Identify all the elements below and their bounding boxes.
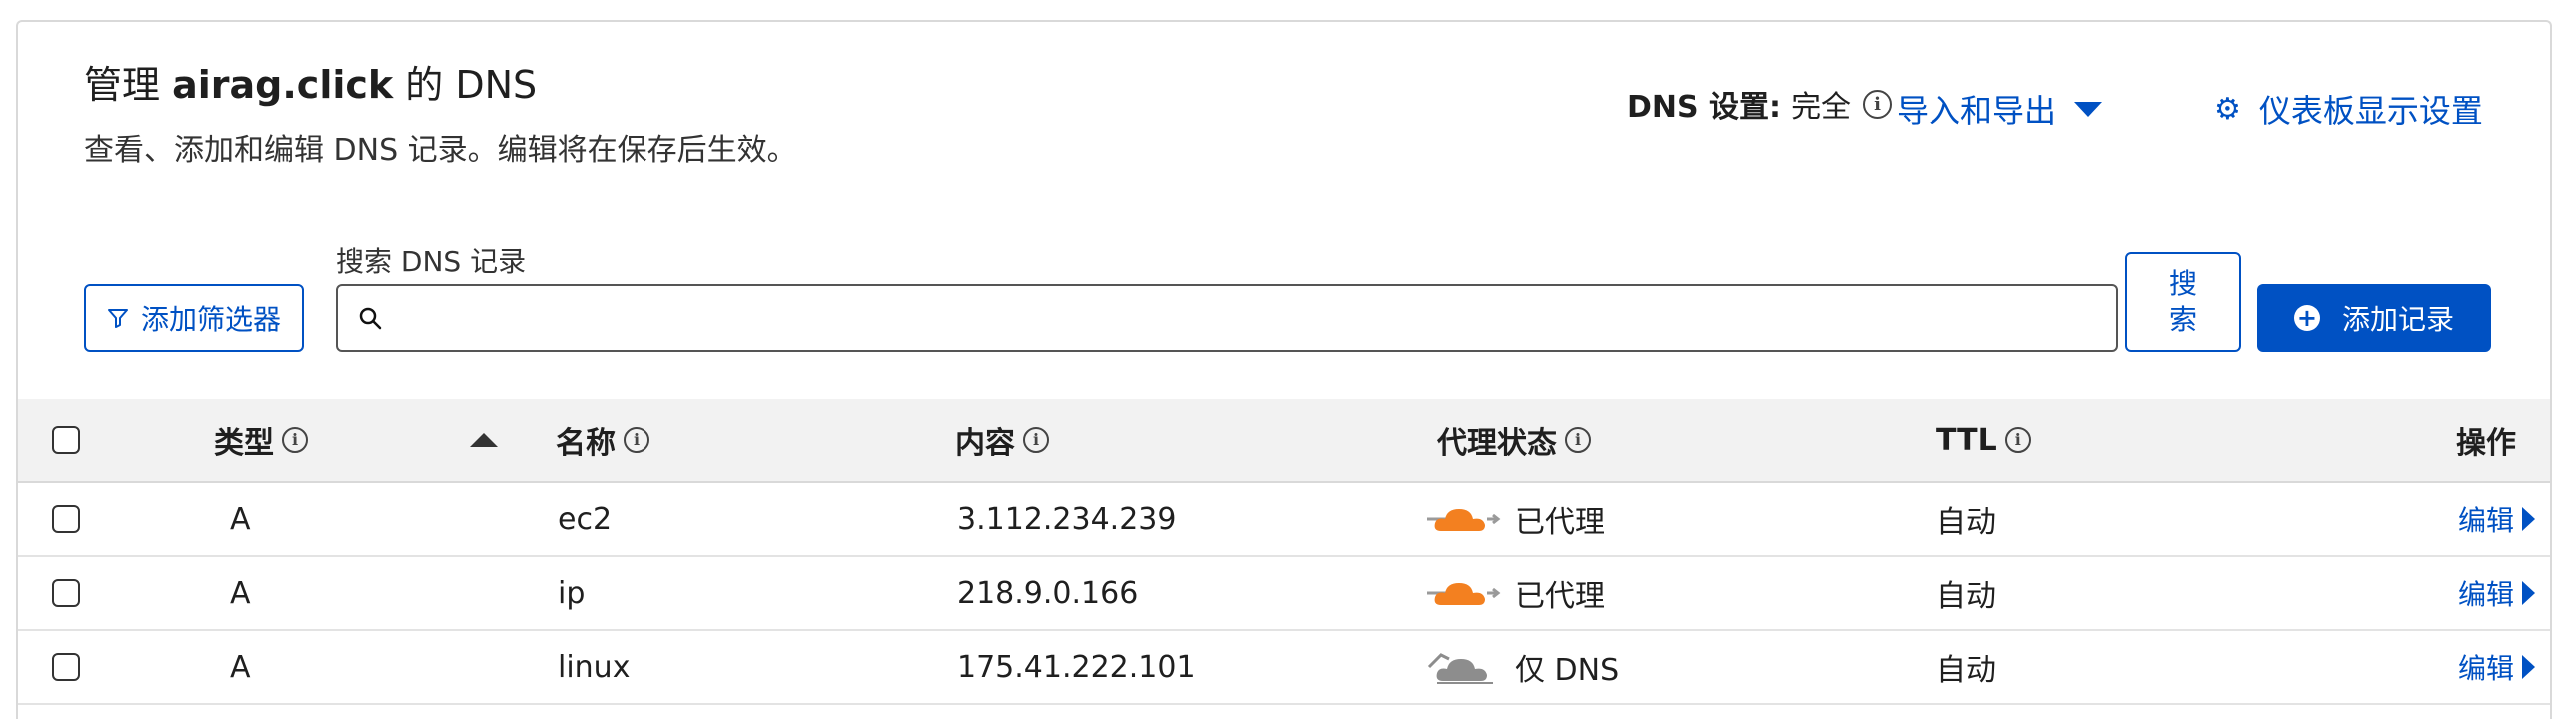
record-content: 3.112.234.239: [957, 501, 1177, 537]
gray-cloud-icon: [1427, 653, 1493, 684]
row-select-cell: [52, 557, 80, 629]
add-filter-button[interactable]: 添加筛选器: [84, 284, 304, 352]
search-button-label-1: 搜: [2168, 267, 2197, 300]
caret-right-icon: [2522, 507, 2536, 531]
edit-link-cell: 编辑: [2458, 631, 2536, 703]
import-export-dropdown[interactable]: 导入和导出: [1897, 86, 2103, 132]
edit-link[interactable]: 编辑: [2458, 647, 2536, 687]
column-proxy-label: 代理状态: [1437, 426, 1557, 461]
column-type-label: 类型: [214, 426, 274, 461]
dns-records-card: 管理 airag.click 的 DNS 查看、添加和编辑 DNS 记录。编辑将…: [16, 20, 2552, 719]
info-icon[interactable]: i: [1023, 427, 1049, 453]
dashboard-settings-link[interactable]: ⚙ 仪表板显示设置: [2214, 86, 2483, 132]
record-ttl: 自动: [1936, 653, 1996, 688]
gear-icon: ⚙: [2214, 91, 2241, 127]
select-all-cell: [52, 399, 80, 481]
proxy-status: 已代理: [1427, 557, 1605, 629]
table-row: A linux 175.41.222.101 仅 DNS 自动 编辑: [18, 631, 2550, 705]
edit-link[interactable]: 编辑: [2458, 499, 2536, 539]
title-prefix: 管理: [84, 63, 161, 107]
title-domain: airag.click: [172, 63, 394, 107]
dns-setting-label: DNS 设置:: [1627, 90, 1782, 125]
edit-link[interactable]: 编辑: [2458, 573, 2536, 613]
search-label: 搜索 DNS 记录: [336, 245, 527, 278]
info-icon[interactable]: i: [624, 427, 649, 453]
sort-cell: [470, 399, 498, 481]
filter-icon: [107, 309, 128, 328]
column-ttl-label: TTL: [1936, 422, 1997, 458]
row-checkbox[interactable]: [52, 579, 80, 607]
record-content: 175.41.222.101: [957, 649, 1196, 685]
proxy-status-label: 仅 DNS: [1515, 653, 1620, 688]
proxy-status-label: 已代理: [1515, 579, 1605, 614]
proxy-status-label: 已代理: [1515, 505, 1605, 540]
record-name: linux: [558, 649, 631, 685]
record-type: A: [230, 649, 251, 685]
title-suffix: 的 DNS: [405, 63, 538, 107]
record-type: A: [230, 501, 251, 537]
import-export-label: 导入和导出: [1897, 92, 2057, 130]
search-icon: [359, 307, 382, 330]
edit-link-cell: 编辑: [2458, 557, 2536, 629]
edit-link-cell: 编辑: [2458, 483, 2536, 555]
orange-cloud-icon: [1427, 583, 1501, 605]
table-row: A ip 218.9.0.166 已代理 自动 编辑: [18, 557, 2550, 631]
row-select-cell: [52, 631, 80, 703]
column-name-label: 名称: [556, 426, 616, 461]
add-record-button[interactable]: + 添加记录: [2257, 284, 2491, 352]
sort-up-icon[interactable]: [470, 433, 498, 447]
column-type[interactable]: 类型 i: [214, 399, 308, 481]
row-checkbox[interactable]: [52, 653, 80, 681]
proxy-status: 仅 DNS: [1427, 631, 1619, 703]
select-all-checkbox[interactable]: [52, 426, 80, 454]
proxy-status: 已代理: [1427, 483, 1605, 555]
search-field[interactable]: [336, 284, 2118, 352]
add-record-label: 添加记录: [2341, 303, 2454, 336]
orange-cloud-icon: [1427, 509, 1501, 531]
table-row: A ec2 3.112.234.239 已代理 自动 编辑: [18, 483, 2550, 557]
plus-circle-icon: +: [2293, 305, 2320, 331]
column-name[interactable]: 名称 i: [556, 399, 649, 481]
column-content-label: 内容: [955, 426, 1015, 461]
record-name: ip: [558, 575, 586, 611]
column-content[interactable]: 内容 i: [955, 399, 1049, 481]
add-filter-label: 添加筛选器: [140, 303, 281, 336]
record-name: ec2: [558, 501, 613, 537]
dashboard-settings-label: 仪表板显示设置: [2258, 92, 2483, 130]
record-ttl: 自动: [1936, 505, 1996, 540]
dns-setting-value: 完全: [1791, 90, 1852, 125]
caret-right-icon: [2522, 655, 2536, 679]
column-actions-label: 操作: [2456, 426, 2516, 461]
edit-label: 编辑: [2458, 578, 2515, 611]
page-subtitle: 查看、添加和编辑 DNS 记录。编辑将在保存后生效。: [84, 133, 797, 168]
record-content: 218.9.0.166: [957, 575, 1139, 611]
info-icon[interactable]: i: [282, 427, 308, 453]
caret-right-icon: [2522, 581, 2536, 605]
caret-down-icon: [2074, 101, 2103, 117]
row-checkbox[interactable]: [52, 505, 80, 533]
page-title: 管理 airag.click 的 DNS: [84, 54, 537, 109]
edit-label: 编辑: [2458, 652, 2515, 685]
row-select-cell: [52, 483, 80, 555]
record-type: A: [230, 575, 251, 611]
search-button[interactable]: 搜 索: [2125, 252, 2241, 352]
info-icon[interactable]: i: [1565, 427, 1591, 453]
column-proxy-status[interactable]: 代理状态 i: [1437, 399, 1591, 481]
dns-setting: DNS 设置: 完全 i: [1627, 82, 1893, 126]
table-header: 类型 i 名称 i 内容 i 代理状态 i TTL i 操作: [18, 399, 2550, 483]
search-input[interactable]: [394, 300, 2116, 336]
info-icon[interactable]: i: [1863, 89, 1893, 119]
record-ttl: 自动: [1936, 579, 1996, 614]
column-actions: 操作: [2456, 399, 2516, 481]
search-button-label-2: 索: [2168, 303, 2197, 336]
info-icon[interactable]: i: [2004, 427, 2031, 453]
edit-label: 编辑: [2458, 504, 2515, 537]
column-ttl[interactable]: TTL i: [1936, 399, 2031, 481]
